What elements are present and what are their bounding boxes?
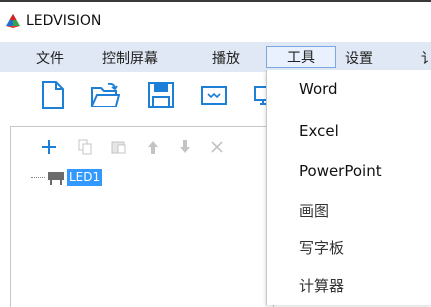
new-file-icon[interactable] <box>38 80 68 110</box>
menu-bar: 文件 控制屏幕 播放 工具 设置 讠 <box>0 42 431 73</box>
menu-item-paint[interactable]: 画图 <box>299 200 329 221</box>
close-icon[interactable] <box>209 139 225 155</box>
menu-item-word[interactable]: Word <box>299 80 338 98</box>
save-icon[interactable] <box>146 80 176 110</box>
ledvision-logo-icon <box>6 14 20 28</box>
menu-control-screen[interactable]: 控制屏幕 <box>102 48 158 68</box>
screen-tree-panel: LED1 <box>10 126 274 307</box>
menu-item-wordpad[interactable]: 写字板 <box>299 237 344 258</box>
menu-item-powerpoint[interactable]: PowerPoint <box>299 162 382 180</box>
menu-item-excel[interactable]: Excel <box>299 122 339 140</box>
menu-more[interactable]: 讠 <box>421 48 431 68</box>
add-icon[interactable] <box>41 139 57 155</box>
tree-item-label[interactable]: LED1 <box>67 169 103 186</box>
menu-tools[interactable]: 工具 <box>266 46 336 68</box>
tools-dropdown-menu: Word Excel PowerPoint 画图 写字板 计算器 <box>266 70 431 305</box>
screen-icon[interactable] <box>199 80 229 110</box>
app-title: LEDVISION <box>26 13 102 29</box>
tree-connector <box>31 177 45 178</box>
menu-file[interactable]: 文件 <box>36 48 64 68</box>
menu-item-calculator[interactable]: 计算器 <box>299 275 344 296</box>
move-down-icon[interactable] <box>177 139 193 155</box>
paste-icon[interactable] <box>111 139 127 155</box>
menu-play[interactable]: 播放 <box>212 48 240 68</box>
title-bar: LEDVISION <box>0 2 431 42</box>
menu-settings[interactable]: 设置 <box>345 48 373 68</box>
copy-icon[interactable] <box>77 139 93 155</box>
led-screen-icon <box>48 172 64 185</box>
open-folder-icon[interactable] <box>90 80 120 110</box>
move-up-icon[interactable] <box>145 139 161 155</box>
